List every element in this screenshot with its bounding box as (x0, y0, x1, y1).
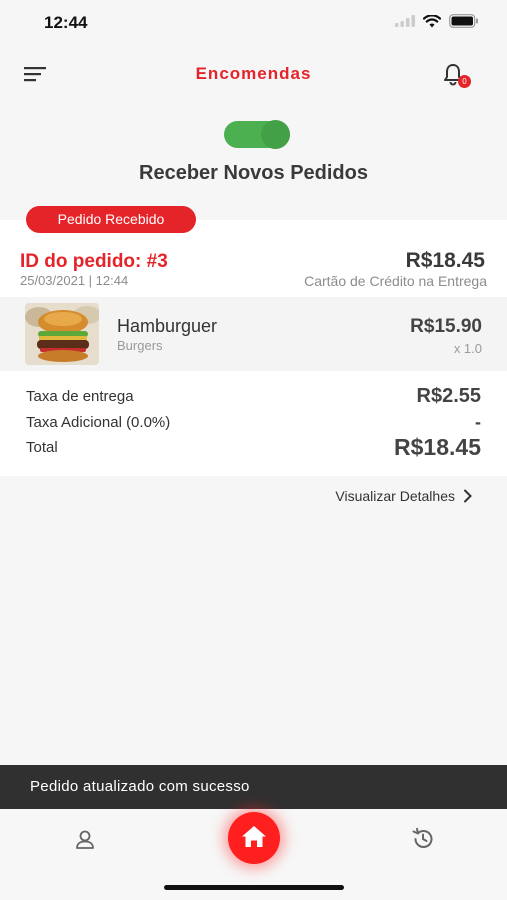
app-header: Encomendas 0 (0, 50, 507, 96)
order-status-badge: Pedido Recebido (26, 206, 196, 233)
notification-badge: 0 (458, 75, 471, 88)
hamburger-image (25, 303, 99, 365)
signal-icon (395, 15, 415, 27)
item-name: Hamburguer (117, 316, 218, 336)
additional-fee-label: Taxa Adicional (0.0%) (26, 414, 171, 431)
status-bar: 12:44 (0, 0, 507, 46)
order-total: R$18.45 (405, 249, 485, 272)
battery-icon (449, 14, 478, 28)
item-quantity: x 1.0 (453, 341, 482, 356)
delivery-fee-value: R$2.55 (416, 385, 482, 407)
toggle-knob (261, 120, 290, 149)
view-details-label: Visualizar Detalhes (335, 488, 455, 504)
item-category: Burgers (117, 338, 163, 353)
tab-history[interactable] (410, 826, 436, 852)
receive-orders-label: Receber Novos Pedidos (139, 162, 368, 184)
home-indicator (164, 885, 344, 890)
snackbar-message: Pedido atualizado com sucesso (30, 778, 250, 795)
total-value: R$18.45 (394, 434, 481, 460)
home-icon (242, 826, 266, 847)
bottom-tab-bar (0, 809, 507, 900)
status-icons (395, 14, 479, 28)
order-date: 25/03/2021 | 12:44 (20, 273, 129, 288)
chevron-right-icon (464, 489, 472, 503)
total-label: Total (26, 439, 58, 456)
page-title: Encomendas (195, 64, 312, 83)
status-time: 12:44 (44, 13, 88, 32)
snackbar: Pedido atualizado com sucesso (0, 765, 507, 809)
item-price: R$15.90 (410, 316, 482, 337)
tab-profile[interactable] (72, 827, 98, 853)
view-details-link[interactable]: Visualizar Detalhes (335, 488, 473, 504)
tab-home[interactable] (228, 812, 280, 864)
user-icon (76, 830, 94, 849)
payment-method: Cartão de Crédito na Entrega (304, 273, 487, 289)
order-id: ID do pedido: #3 (20, 251, 168, 272)
order-item-row: Hamburguer Burgers R$15.90 x 1.0 (0, 297, 507, 371)
wifi-icon (423, 14, 441, 27)
delivery-fee-label: Taxa de entrega (26, 388, 134, 405)
additional-fee-value: - (475, 412, 481, 432)
notifications-button[interactable]: 0 (441, 62, 471, 90)
receive-orders-toggle[interactable] (224, 120, 290, 149)
history-icon (412, 827, 433, 848)
